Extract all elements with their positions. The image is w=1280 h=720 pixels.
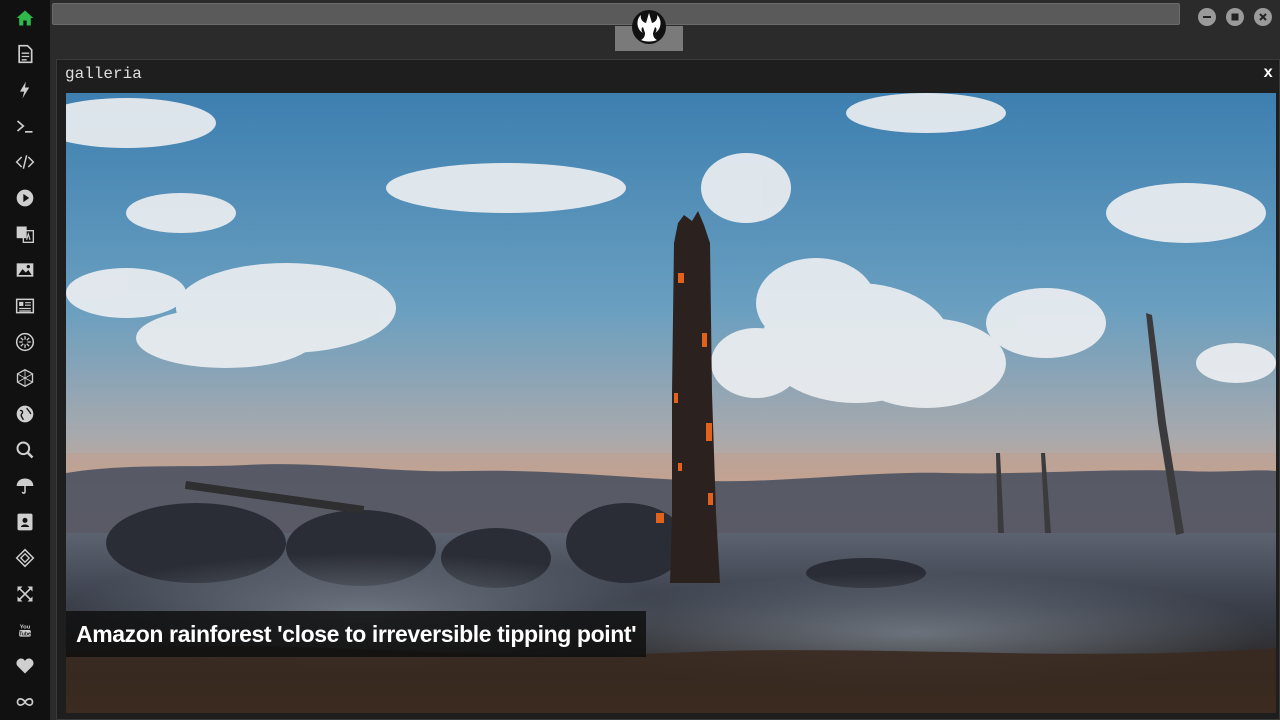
svg-text:Tube: Tube <box>19 631 31 637</box>
play-icon[interactable] <box>13 186 37 210</box>
heart-icon[interactable] <box>13 654 37 678</box>
cog-circle-icon[interactable] <box>13 330 37 354</box>
document-icon[interactable] <box>13 42 37 66</box>
youtube-icon[interactable]: You Tube <box>13 618 37 642</box>
gallery-image[interactable]: Amazon rainforest 'close to irreversible… <box>66 93 1276 713</box>
image-caption: Amazon rainforest 'close to irreversible… <box>66 611 647 657</box>
close-icon[interactable] <box>1254 8 1272 26</box>
codepen-icon[interactable] <box>13 546 37 570</box>
hexagon-icon[interactable] <box>13 366 37 390</box>
terminal-icon[interactable] <box>13 114 37 138</box>
minimize-icon[interactable] <box>1198 8 1216 26</box>
code-icon[interactable] <box>13 150 37 174</box>
umbrella-icon[interactable] <box>13 474 37 498</box>
panel-close-button[interactable]: x <box>1263 64 1273 82</box>
home-icon[interactable] <box>13 6 37 30</box>
expand-icon[interactable] <box>13 582 37 606</box>
lightning-icon[interactable] <box>13 78 37 102</box>
news-icon[interactable] <box>13 294 37 318</box>
address-bar[interactable] <box>52 3 1180 25</box>
search-icon[interactable] <box>13 438 37 462</box>
rebel-alliance-logo-icon[interactable] <box>631 9 667 45</box>
svg-text:You: You <box>20 624 31 630</box>
infinity-icon[interactable] <box>13 690 37 714</box>
top-bar <box>50 0 1280 52</box>
gallery-panel: galleria x Amazon rainforest 'close to i… <box>56 59 1280 720</box>
globe-icon[interactable] <box>13 402 37 426</box>
panel-title: galleria <box>65 65 142 83</box>
sidebar: You Tube <box>0 0 51 720</box>
image-icon[interactable] <box>13 258 37 282</box>
translate-icon[interactable] <box>13 222 37 246</box>
maximize-icon[interactable] <box>1226 8 1244 26</box>
contact-card-icon[interactable] <box>13 510 37 534</box>
